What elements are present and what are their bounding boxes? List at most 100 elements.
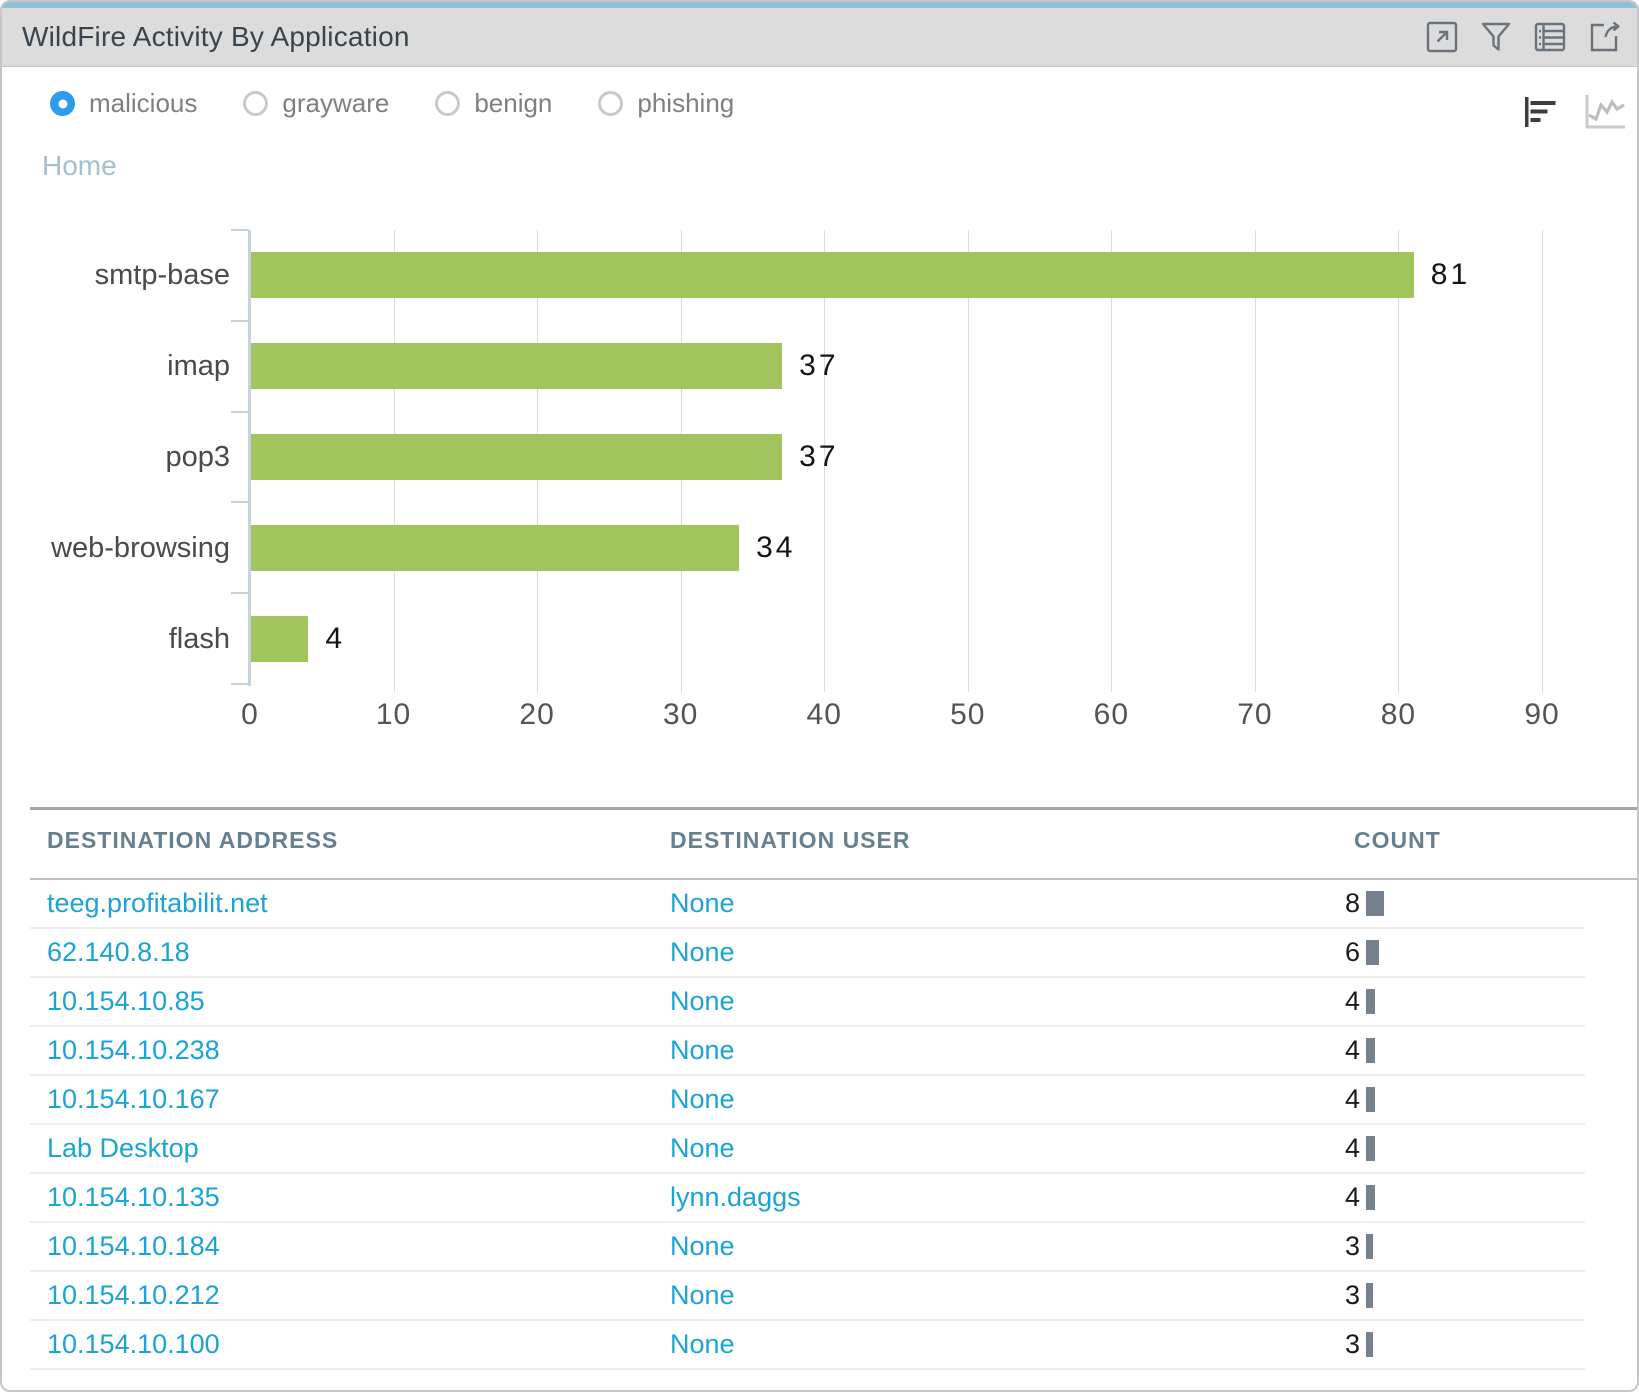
destination-user-link[interactable]: None (670, 1027, 735, 1074)
table-top-divider (30, 807, 1639, 810)
filter-icon[interactable] (1479, 20, 1513, 54)
destination-address-link[interactable]: 62.140.8.18 (47, 929, 190, 976)
table-row: 10.154.10.212 None 3 (30, 1272, 1585, 1321)
y-axis-tick (231, 592, 249, 594)
bar-category-label: pop3 (2, 434, 230, 480)
radio-phishing-circle[interactable] (598, 91, 623, 116)
table-row: 10.154.10.135 lynn.daggs 4 (30, 1174, 1585, 1223)
count-mini-bar (1366, 1136, 1375, 1161)
count-value: 3 (1252, 1272, 1360, 1319)
destination-user-link[interactable]: None (670, 1076, 735, 1123)
column-header-count[interactable]: COUNT (1354, 827, 1441, 854)
radio-phishing-label: phishing (637, 88, 734, 119)
bar-chart-toggle-icon[interactable] (1522, 94, 1558, 135)
destination-address-link[interactable]: 10.154.10.167 (47, 1076, 220, 1123)
destination-address-link[interactable]: 10.154.10.184 (47, 1223, 220, 1270)
destination-user-link[interactable]: None (670, 1125, 735, 1172)
count-mini-bar (1366, 1087, 1375, 1112)
radio-phishing[interactable]: phishing (598, 88, 734, 119)
verdict-radio-group: malicious grayware benign phishing (50, 88, 734, 119)
line-chart-toggle-icon[interactable] (1584, 92, 1626, 135)
export-icon[interactable] (1587, 20, 1621, 54)
count-value: 4 (1252, 1125, 1360, 1172)
x-axis-tick-label: 50 (923, 698, 1013, 732)
bar-category-label: imap (2, 343, 230, 389)
x-axis-tick-label: 80 (1353, 698, 1443, 732)
chart-bar[interactable] (251, 434, 782, 480)
radio-malicious-circle[interactable] (50, 91, 75, 116)
count-mini-bar (1366, 1283, 1373, 1308)
table-row: 10.154.10.85None4 (30, 978, 1585, 1027)
bar-category-label: smtp-base (2, 252, 230, 298)
column-header-destination-user[interactable]: DESTINATION USER (670, 827, 910, 854)
destination-user-link[interactable]: None (670, 978, 735, 1025)
count-mini-bar (1366, 1332, 1373, 1357)
chart-bar[interactable] (251, 525, 739, 571)
chart-gridline (968, 230, 969, 692)
x-axis-tick-label: 70 (1210, 698, 1300, 732)
bar-value-label: 37 (799, 343, 838, 389)
destination-user-link[interactable]: None (670, 1223, 735, 1270)
bar-value-label: 81 (1431, 252, 1470, 298)
count-mini-bar (1366, 1038, 1375, 1063)
destination-address-link[interactable]: 10.154.10.85 (47, 978, 205, 1025)
destination-table: DESTINATION ADDRESS DESTINATION USER COU… (2, 807, 1639, 1392)
destination-address-link[interactable]: teeg.profitabilit.net (47, 880, 268, 927)
table-row: 10.154.10.184 None 3 (30, 1223, 1585, 1272)
bar-value-label: 34 (756, 525, 795, 571)
count-value: 8 (1252, 880, 1360, 927)
expand-icon[interactable] (1425, 20, 1459, 54)
destination-address-link[interactable]: 10.154.10.238 (47, 1027, 220, 1074)
bar-category-label: web-browsing (2, 525, 230, 571)
radio-grayware[interactable]: grayware (243, 88, 389, 119)
table-view-icon[interactable] (1533, 20, 1567, 54)
table-row: 10.154.10.100 None 3 (30, 1321, 1585, 1370)
radio-benign[interactable]: benign (435, 88, 552, 119)
bar-category-label: flash (2, 616, 230, 662)
destination-user-link[interactable]: None (670, 1321, 735, 1368)
y-axis-tick (231, 411, 249, 413)
table-rows: teeg.profitabilit.net None 8 62.140.8.18 Non… (30, 880, 1585, 1370)
destination-user-link[interactable]: None (670, 929, 735, 976)
x-axis-tick-label: 40 (779, 698, 869, 732)
x-axis-tick-label: 30 (636, 698, 726, 732)
chart-bar[interactable] (251, 616, 308, 662)
chart-gridline (1255, 230, 1256, 692)
destination-user-link[interactable]: None (670, 1272, 735, 1319)
x-axis-tick-label: 90 (1497, 698, 1587, 732)
x-axis-tick-label: 20 (492, 698, 582, 732)
count-value: 3 (1252, 1321, 1360, 1368)
titlebar-icons (1425, 20, 1621, 54)
count-value: 4 (1252, 1174, 1360, 1221)
count-value: 3 (1252, 1223, 1360, 1270)
count-mini-bar (1366, 1185, 1375, 1210)
count-mini-bar (1366, 989, 1375, 1014)
widget-title: WildFire Activity By Application (22, 21, 1425, 53)
y-axis-tick (231, 683, 249, 685)
radio-benign-circle[interactable] (435, 91, 460, 116)
x-axis-tick-label: 60 (1066, 698, 1156, 732)
breadcrumb-home-link[interactable]: Home (42, 150, 117, 182)
count-value: 6 (1252, 929, 1360, 976)
destination-address-link[interactable]: 10.154.10.100 (47, 1321, 220, 1368)
widget-titlebar: WildFire Activity By Application (2, 8, 1637, 67)
radio-grayware-circle[interactable] (243, 91, 268, 116)
radio-malicious-label: malicious (89, 88, 197, 119)
table-row: 62.140.8.18 None 6 (30, 929, 1585, 978)
column-header-destination-address[interactable]: DESTINATION ADDRESS (47, 827, 338, 854)
destination-address-link[interactable]: Lab Desktop (47, 1125, 199, 1172)
table-row: teeg.profitabilit.net None 8 (30, 880, 1585, 929)
destination-user-link[interactable]: None (670, 880, 735, 927)
chart-bar[interactable] (251, 252, 1414, 298)
radio-grayware-label: grayware (282, 88, 389, 119)
y-axis-tick (231, 501, 249, 503)
table-row: 10.154.10.167 None 4 (30, 1076, 1585, 1125)
chart-bar[interactable] (251, 343, 782, 389)
destination-user-link[interactable]: lynn.daggs (670, 1174, 801, 1221)
destination-address-link[interactable]: 10.154.10.212 (47, 1272, 220, 1319)
destination-address-link[interactable]: 10.154.10.135 (47, 1174, 220, 1221)
table-row: Lab Desktop None 4 (30, 1125, 1585, 1174)
count-value: 4 (1252, 1076, 1360, 1123)
radio-malicious[interactable]: malicious (50, 88, 197, 119)
count-mini-bar (1366, 1234, 1373, 1259)
